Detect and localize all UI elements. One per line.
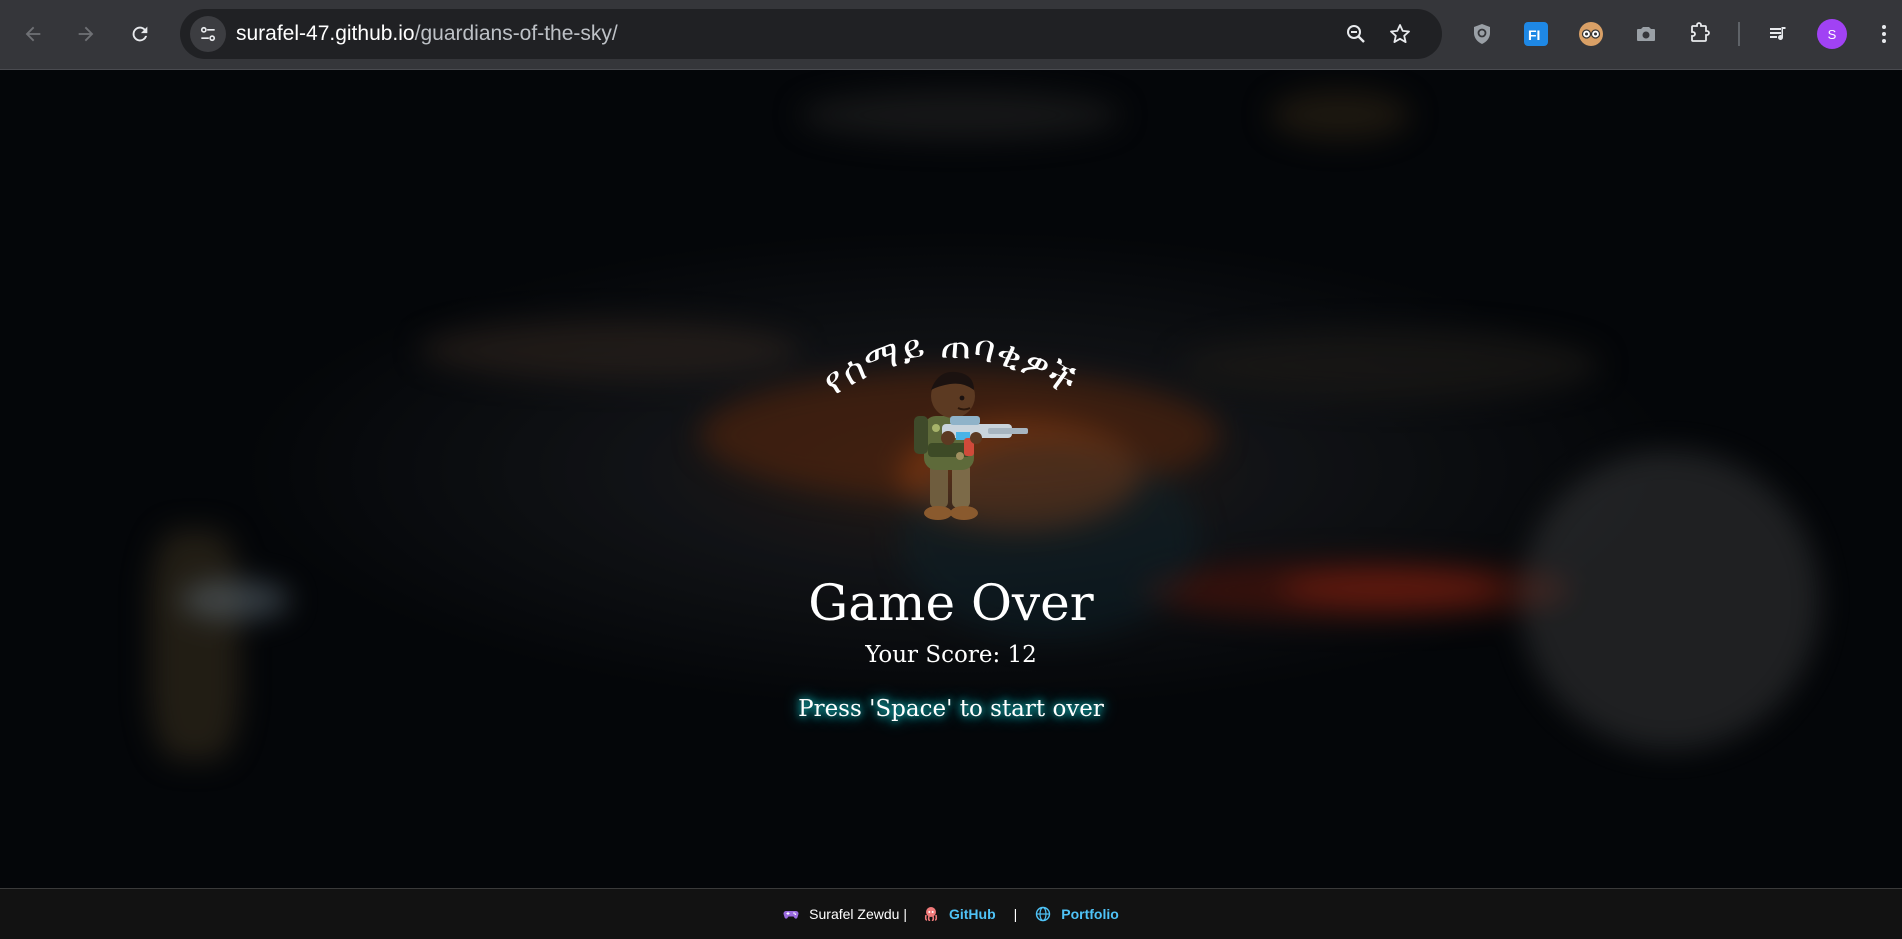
site-settings-button[interactable] (190, 16, 226, 52)
glasses-extension-icon (1579, 22, 1603, 46)
score-text: Your Score: 12 (865, 642, 1037, 668)
shield-extension-icon (1474, 24, 1490, 44)
reload-button[interactable] (123, 17, 157, 51)
url-path: /guardians-of-the-sky/ (414, 22, 618, 45)
media-button[interactable] (1763, 18, 1795, 50)
toolbar-divider (1738, 22, 1740, 46)
shield-extension-button[interactable] (1466, 18, 1498, 50)
url-text[interactable]: surafel-47.github.io/guardians-of-the-sk… (236, 22, 618, 46)
puzzle-extensions-icon (1691, 22, 1710, 42)
arrow-left-icon (25, 26, 41, 42)
game-over-heading: Game Over (808, 574, 1094, 632)
octopus-icon (923, 906, 939, 922)
back-button[interactable] (16, 17, 50, 51)
camera-extension-icon (1637, 27, 1655, 41)
browser-menu-button[interactable] (1868, 18, 1900, 50)
glasses-extension-button[interactable] (1575, 18, 1607, 50)
game-canvas[interactable]: የሰማይ ጠባቂዎች Game Over Your Score: 12 Pres… (0, 70, 1902, 888)
media-queue-icon (1770, 27, 1786, 40)
profile-avatar[interactable]: S (1817, 19, 1847, 49)
address-bar[interactable]: surafel-47.github.io/guardians-of-the-sk… (180, 9, 1442, 59)
author-text: Surafel Zewdu | (809, 906, 907, 922)
camera-extension-button[interactable] (1630, 18, 1662, 50)
tune-icon (200, 26, 216, 42)
extensions-button[interactable] (1684, 18, 1716, 50)
browser-toolbar: surafel-47.github.io/guardians-of-the-sk… (0, 0, 1902, 70)
gamepad-icon (783, 906, 799, 922)
fi-extension-button[interactable]: FI (1520, 18, 1552, 50)
globe-icon (1035, 906, 1051, 922)
zoom-button[interactable] (1343, 21, 1369, 47)
url-host: surafel-47.github.io (236, 22, 415, 45)
portfolio-link[interactable]: Portfolio (1061, 906, 1119, 922)
arrow-right-icon (78, 26, 94, 42)
more-vert-icon (1882, 25, 1886, 43)
svg-text:FI: FI (1528, 27, 1540, 43)
zoom-out-icon (1347, 25, 1365, 43)
reload-icon (132, 26, 148, 42)
bookmark-button[interactable] (1387, 21, 1413, 47)
fi-extension-icon: FI (1524, 22, 1548, 46)
page-footer: Surafel Zewdu | GitHub | Portfolio (0, 888, 1902, 939)
github-link[interactable]: GitHub (949, 906, 996, 922)
star-icon (1390, 24, 1410, 43)
footer-separator: | (1013, 906, 1018, 922)
restart-prompt: Press 'Space' to start over (798, 696, 1104, 722)
forward-button[interactable] (69, 17, 103, 51)
soldier-character-icon (914, 371, 1028, 520)
